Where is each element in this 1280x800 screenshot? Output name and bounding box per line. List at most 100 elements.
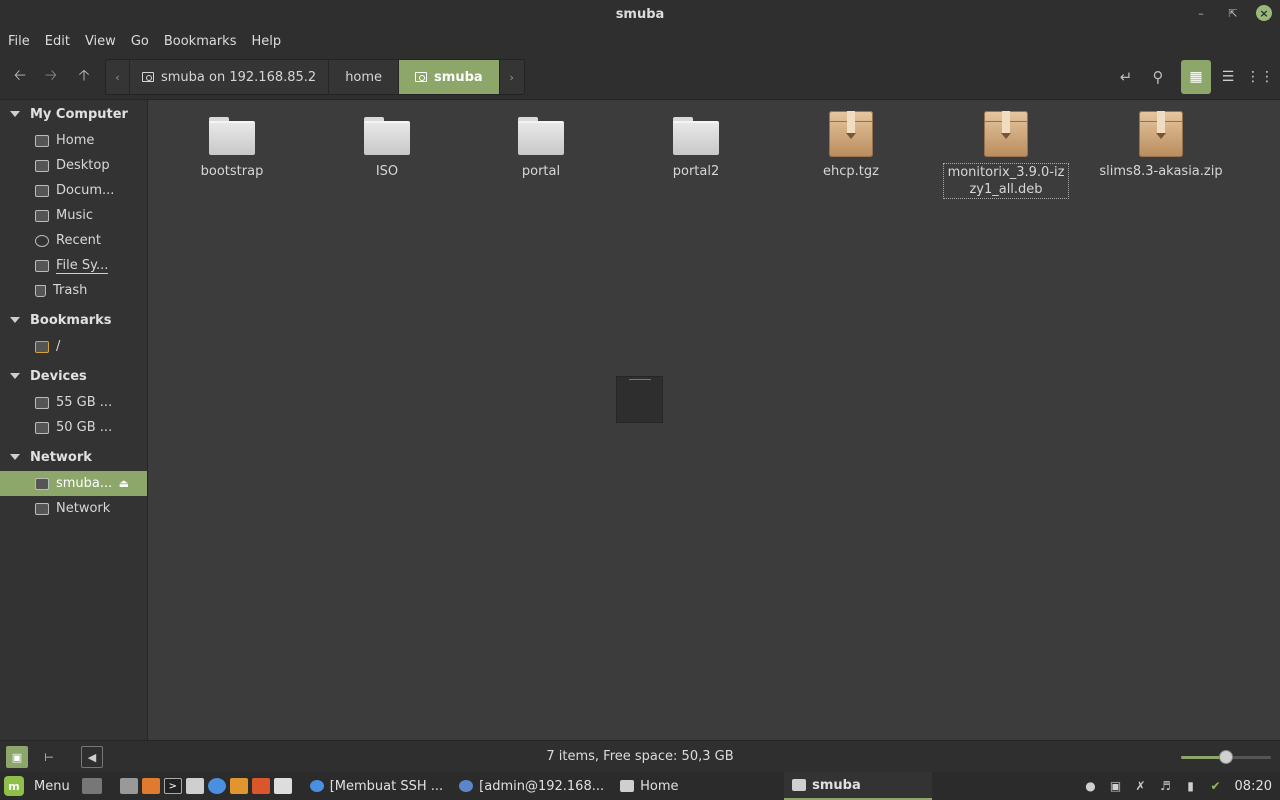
update-manager-icon[interactable]: ▣ [1108, 778, 1124, 794]
file-name: bootstrap [200, 164, 264, 179]
eject-icon[interactable]: ⏏ [119, 477, 129, 490]
window-title: smuba [615, 6, 665, 22]
path-segment-server[interactable]: smuba on 192.168.85.2 [130, 60, 330, 94]
close-icon[interactable]: × [1256, 5, 1272, 21]
menu-file[interactable]: File [2, 34, 36, 49]
task-label: [Membuat SSH ... [329, 778, 444, 794]
status-bar: ▣ ⊢ ◀ 7 items, Free space: 50,3 GB [0, 740, 1280, 772]
files-icon[interactable] [185, 778, 204, 794]
path-segment-label: smuba on 192.168.85.2 [161, 69, 317, 85]
file-item-ehcp-tgz[interactable]: ehcp.tgz [786, 109, 916, 180]
firefox-icon[interactable] [141, 778, 160, 794]
path-scroll-right-icon[interactable]: › [500, 60, 524, 94]
zoom-slider[interactable] [1181, 750, 1271, 764]
task-home[interactable]: Home [612, 772, 784, 800]
path-segment-label: home [345, 69, 383, 85]
trash-icon [35, 284, 46, 297]
recent-icon [35, 234, 49, 247]
file-item-bootstrap[interactable]: bootstrap [167, 109, 297, 180]
list-view-button[interactable]: ☰ [1213, 60, 1243, 94]
task-membuat-ssh[interactable]: [Membuat SSH ... [302, 772, 451, 800]
task-label: [admin@192.168... [479, 778, 605, 794]
path-segment-label: smuba [434, 69, 483, 85]
archive-package-icon [984, 111, 1028, 157]
path-segment-smuba[interactable]: smuba [399, 60, 500, 94]
back-arrow-icon[interactable]: 🡠 [7, 64, 33, 90]
folder-icon [209, 117, 255, 157]
path-scroll-left-icon[interactable]: ‹ [106, 60, 130, 94]
file-item-portal2[interactable]: portal2 [631, 109, 761, 180]
zoom-slider-handle[interactable] [1219, 750, 1233, 764]
sidebar-item-documents[interactable]: Docum... [0, 178, 147, 203]
sidebar-item-trash[interactable]: Trash [0, 278, 147, 303]
sidebar-section-my-computer[interactable]: My Computer [0, 100, 147, 128]
sidebar-section-bookmarks[interactable]: Bookmarks [0, 306, 147, 334]
sidebar-item-device-50gb[interactable]: 50 GB ... [0, 415, 147, 440]
file-item-monitorix-deb[interactable]: monitorix_3.9.0-izzy1_all.deb [941, 109, 1071, 199]
vlc-icon[interactable] [229, 778, 248, 794]
terminal-icon[interactable]: > [163, 778, 182, 794]
shield-icon[interactable]: ✔ [1208, 778, 1224, 794]
file-item-iso[interactable]: ISO [322, 109, 452, 180]
sidebar-item-smuba[interactable]: smuba... ⏏ [0, 471, 147, 496]
sidebar-item-device-55gb[interactable]: 55 GB ... [0, 390, 147, 415]
network-disconnected-icon[interactable]: ✗ [1133, 778, 1149, 794]
video-editor-icon[interactable] [273, 778, 292, 794]
system-tray: ● ▣ ✗ ♬ ▮ ✔ 08:20 [1083, 772, 1272, 800]
menu-bookmarks[interactable]: Bookmarks [158, 34, 243, 49]
volume-icon[interactable]: ♬ [1158, 778, 1174, 794]
file-view[interactable]: bootstrap ISO portal portal2 ehcp.tgz mo… [149, 101, 1280, 740]
task-admin-ssh[interactable]: [admin@192.168... [451, 772, 612, 800]
menu-edit[interactable]: Edit [39, 34, 76, 49]
start-menu-button[interactable]: m Menu [0, 772, 70, 800]
file-name: monitorix_3.9.0-izzy1_all.deb [943, 163, 1069, 199]
folder-icon [620, 780, 635, 792]
menu-bar: File Edit View Go Bookmarks Help [0, 28, 1280, 54]
minimize-icon[interactable]: – [1192, 4, 1210, 22]
menu-view[interactable]: View [79, 34, 122, 49]
file-item-slims-zip[interactable]: slims8.3-akasia.zip [1096, 109, 1226, 180]
taskbar: m Menu > [Membuat SSH ... [admin@192.168… [0, 772, 1280, 800]
chrome-icon[interactable] [207, 778, 226, 794]
sidebar-item-music[interactable]: Music [0, 203, 147, 228]
maximize-icon[interactable]: ⇱ [1224, 4, 1242, 22]
path-segment-home[interactable]: home [329, 60, 400, 94]
menu-help[interactable]: Help [245, 34, 287, 49]
transmission-icon[interactable] [251, 778, 270, 794]
sidebar-item-label: File Sy... [56, 257, 109, 274]
sidebar-item-label: smuba... [56, 476, 113, 491]
screenshot-icon[interactable] [119, 778, 138, 794]
icon-view-button[interactable]: ▦ [1181, 60, 1211, 94]
sidebar-item-label: Home [56, 133, 95, 148]
menu-go[interactable]: Go [125, 34, 155, 49]
sidebar-item-root-bookmark[interactable]: / [0, 334, 147, 359]
sidebar-item-home[interactable]: Home [0, 128, 147, 153]
up-arrow-icon[interactable]: 🡡 [71, 64, 97, 90]
sidebar-section-network[interactable]: Network [0, 443, 147, 471]
file-item-portal[interactable]: portal [476, 109, 606, 180]
forward-arrow-icon[interactable]: 🡢 [38, 64, 64, 90]
sidebar-item-recent[interactable]: Recent [0, 228, 147, 253]
task-label: smuba [812, 777, 861, 793]
drive-icon [35, 259, 49, 272]
expander-icon [10, 454, 20, 460]
battery-icon[interactable]: ▮ [1183, 778, 1199, 794]
show-desktop-icon[interactable] [81, 778, 102, 794]
file-name: portal2 [672, 164, 720, 179]
title-bar: smuba – ⇱ × [0, 0, 1280, 28]
sidebar-item-desktop[interactable]: Desktop [0, 153, 147, 178]
sidebar-item-label: Network [56, 501, 111, 516]
sidebar-section-devices[interactable]: Devices [0, 362, 147, 390]
search-icon[interactable]: ⚲ [1145, 64, 1171, 90]
task-smuba[interactable]: smuba [784, 772, 933, 800]
remote-terminal-icon [459, 780, 474, 792]
menu-label: Menu [34, 778, 70, 794]
sidebar-item-network[interactable]: Network [0, 496, 147, 521]
user-icon[interactable]: ● [1083, 778, 1099, 794]
folder-icon [792, 779, 807, 791]
expander-icon [10, 111, 20, 117]
compact-view-button[interactable]: ⋮⋮ [1245, 60, 1275, 94]
clock[interactable]: 08:20 [1235, 779, 1272, 794]
toggle-location-icon[interactable]: ↵ [1113, 64, 1139, 90]
sidebar-item-file-system[interactable]: File Sy... [0, 253, 147, 278]
